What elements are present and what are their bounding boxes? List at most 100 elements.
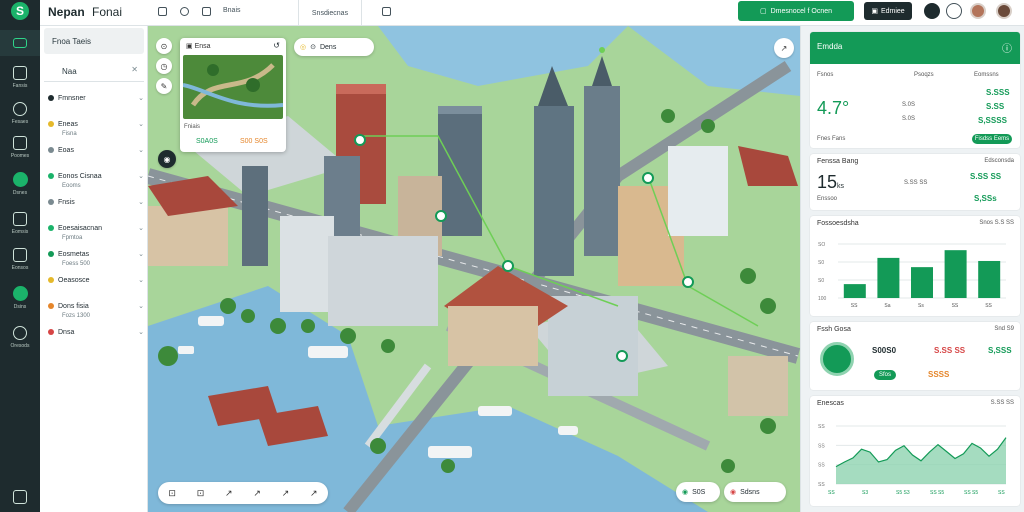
chevron-down-icon[interactable]: ⌄ [138,276,144,284]
filter-row[interactable]: Naa ✕ [44,60,144,82]
image-icon: ▣ [186,43,195,50]
grid-icon [13,212,27,226]
speed-v5: S,SSS [988,346,1012,355]
summary-button[interactable]: Fisdss Eems [972,134,1012,144]
help-icon[interactable] [946,3,962,19]
tool-line-icon[interactable]: ↗ [253,488,261,499]
speed-gauge-icon [820,342,854,376]
bottom-chip-b-label: Sdsns [740,488,760,496]
chevron-down-icon[interactable]: ⌄ [138,146,144,154]
refresh-icon[interactable] [180,7,189,16]
bar-y-tick: S0 [818,260,824,266]
speed-card: Fssh Gosa Snd S9 S00S0 Sfos S.SS SS SSSS… [810,322,1020,390]
rail-item-2[interactable]: Fesaes [0,100,40,130]
close-icon[interactable]: ✕ [131,65,138,74]
rail-item-3[interactable]: Poomes [0,134,40,164]
settings-icon [13,326,27,340]
layer-item[interactable]: Eoas ⌄ [48,144,144,156]
layer-panel: Fnoa Taeis Naa ✕ Fmnsner ⌄ Eneas ⌄ Fisna Eoas… [40,26,148,512]
bottom-chip-b[interactable]: ◉ Sdsns [724,482,786,502]
layer-color-icon [48,95,54,101]
layer-item[interactable]: Oeasosce ⌄ [48,274,144,286]
rail-label: Eonsos [11,265,29,271]
rail-item-4[interactable]: Dsnes [0,170,40,200]
chevron-down-icon[interactable]: ⌄ [138,250,144,258]
area-y-tick: SS [818,482,825,488]
popup-value-orange: S00 S0S [240,138,268,145]
avatar-2[interactable] [996,3,1012,19]
rail-item-1[interactable]: Fansis [0,64,40,94]
rail-item-5[interactable]: Eomsis [0,210,40,240]
layer-label: Dnsa [58,328,75,336]
rail-item-map[interactable] [0,30,40,56]
layer-item[interactable]: Dnsa ⌄ [48,326,144,338]
distance-v1: S.SS SS [904,180,928,186]
secondary-button[interactable]: ▣ Edmiee [864,2,912,20]
filter-icon[interactable] [382,7,391,16]
thumbnail-map [183,63,283,108]
chevron-down-icon[interactable]: ⌄ [138,120,144,128]
notification-icon[interactable] [924,3,940,19]
area-chart-right: S.SS SS [990,400,1014,406]
info-icon[interactable]: ⓘ [1002,40,1012,55]
layer-item[interactable]: Fmnsner ⌄ [48,92,144,104]
chevron-down-icon[interactable]: ⌄ [138,224,144,232]
layer-item[interactable]: Eoesaisacnan ⌄ [48,222,144,234]
summary-r3: S,SSSS [978,116,1007,125]
layer-item[interactable]: Eonos Cisnaa ⌄ [48,170,144,182]
bar-chart: 100 S0 S0 SO SS Sa Ss SS SS [818,242,1006,309]
info-popup[interactable]: ▣ Ensa ↺ Fniais S0A0S S00 S0S [180,38,286,152]
compass-icon[interactable]: ◷ [156,58,172,74]
fullscreen-icon[interactable]: ⊙ [156,38,172,54]
rail-item-8[interactable]: Oresods [0,324,40,354]
rail-label: Dsins [13,304,27,310]
top-chip[interactable]: ◎ ⊙ Dens [294,38,374,56]
tab-active[interactable]: Snsdiecnas [298,0,362,26]
tool-select-icon[interactable]: ⊡ [168,488,176,499]
layer-item[interactable]: Eneas ⌄ [48,118,144,130]
tool-pen-icon[interactable]: ↗ [225,488,233,499]
locate-icon[interactable]: ✎ [156,78,172,94]
chevron-down-icon[interactable]: ⌄ [138,328,144,336]
distance-title: Fenssa Bang [817,158,859,165]
chevron-down-icon[interactable]: ⌄ [138,94,144,102]
clock-icon: ⊙ [310,44,316,51]
expand-icon[interactable]: ↗ [774,38,794,58]
app-title: Nepan [48,5,85,19]
area-x-tick: SS [828,490,835,496]
bottom-chip-a[interactable]: ◉ S0S [676,482,720,502]
search-box[interactable]: Fnoa Taeis [44,28,144,54]
tool-box-icon[interactable]: ⊡ [197,488,205,499]
rail-item-home[interactable] [0,488,40,512]
rail-label: Eomsis [11,229,29,235]
layer-label: Fmnsner [58,94,86,102]
layers-toggle-icon[interactable]: ◉ [158,150,176,168]
chevron-down-icon[interactable]: ⌄ [138,302,144,310]
rail-label: Fansis [12,83,28,89]
summary-title: Emdda [817,42,843,51]
layer-item[interactable]: Dons fisia ⌄ [48,300,144,312]
avatar[interactable] [970,3,986,19]
layer-item[interactable]: Fnsis ⌄ [48,196,144,208]
map-view[interactable]: ⊙ ◷ ✎ ◉ ▣ Ensa ↺ Fniais S0A0S S00 S0S ◎ … [148,26,800,512]
bar-x-tick: Ss [918,303,924,309]
chevron-down-icon[interactable]: ⌄ [138,198,144,206]
bar-1 [877,257,900,298]
summary-header: Emdda ⓘ [810,32,1020,64]
nav-link-1[interactable]: Bnais [223,7,241,14]
layer-sublabel: Fisna [62,131,77,137]
rail-item-6[interactable]: Eonsos [0,246,40,276]
folder-icon[interactable] [202,7,211,16]
tool-arrow-icon[interactable]: ↗ [282,488,290,499]
speed-pill[interactable]: Sfos [874,370,896,380]
summary-big-value: 4.7° [817,98,850,118]
app-logo[interactable]: S [5,0,35,22]
popup-edit-icon[interactable]: ↺ [273,41,280,50]
list-icon [13,248,27,262]
tool-measure-icon[interactable]: ↗ [310,488,318,499]
layer-item[interactable]: Eosmetas ⌄ [48,248,144,260]
chevron-down-icon[interactable]: ⌄ [138,172,144,180]
home-icon[interactable] [158,7,167,16]
rail-item-7[interactable]: Dsins [0,284,40,314]
primary-button[interactable]: ▢ Dmesnocel f Ocnen [738,1,854,21]
